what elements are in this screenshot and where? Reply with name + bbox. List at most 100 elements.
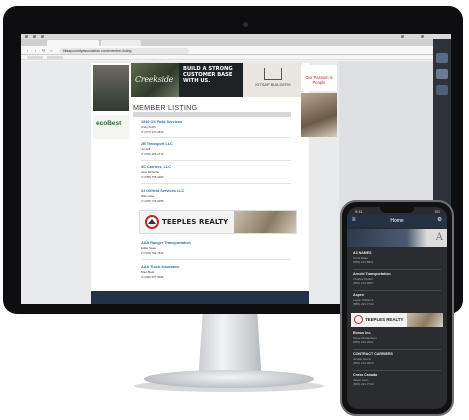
member-phone[interactable]: ✆(405) 726-0055 [141,199,291,203]
phone-member-phone[interactable]: (555) 213-2011 [353,340,441,344]
heading-divider [133,112,291,117]
phone-divider [353,269,441,270]
list-item[interactable]: 3C Carriers, LLC Jane Richards ✆(555) 75… [141,165,291,179]
teeples-logo-icon [354,315,363,324]
right-ad-passion[interactable]: Our Passion is People [301,65,337,91]
phone-member-contact: Chris Major [353,255,369,260]
settings-icon[interactable]: ⚙ [437,217,442,223]
menu-item[interactable] [33,35,36,38]
phone-member-phone[interactable]: (555) 213-4522 [353,361,441,365]
phone-divider [353,370,441,371]
apple-icon[interactable] [25,35,28,38]
phone-divider [353,290,441,291]
list-item[interactable]: 2B Transport LLC Jon Hill ✆(503) 206-271… [141,142,291,156]
list-item[interactable]: Arnold Transportation Charles Parker (55… [353,272,441,285]
menu-item[interactable] [41,35,44,38]
left-ad-ecobest[interactable]: ecoBest [93,115,129,139]
member-name-link[interactable]: 1940 Oil Field Services [141,120,291,124]
phone-member-name[interactable]: Aspen [353,293,441,297]
member-name-link[interactable]: 3C Carriers, LLC [141,165,291,169]
member-contact: Craig Smith [141,125,156,130]
phone-screen: 9:41 5G ≡ Home ⚙ A A3 NAMES Chris Major … [347,207,447,409]
member-name-link[interactable]: AAA Ranger Transportation [141,241,291,245]
teeples-logo-icon [145,215,159,229]
phone-member-phone[interactable]: (555) 213-7744 [353,302,441,306]
phone-sponsor-name: TEEPLES REALTY [365,317,404,322]
dock-app-icon[interactable] [436,69,448,79]
phone-member-phone[interactable]: (555) 213-5811 [353,260,441,264]
listing-divider [141,160,291,161]
phone-banner[interactable]: A [347,229,447,247]
phone-icon: ✆ [141,175,144,180]
browser-navbar: ‹ › ↻ ⌂ kitsapcountyassociation.com/memb… [21,46,433,55]
list-item[interactable]: 3J Oilfield Services LLC Mike Huse ✆(405… [141,189,291,203]
phone-member-phone[interactable]: (555) 213-7744 [353,382,441,386]
list-item[interactable]: 1940 Oil Field Services Craig Smith ✆(37… [141,120,291,134]
member-phone[interactable]: ✆(555) 755-1000 [141,175,291,179]
listing-divider [141,259,291,260]
phone-sponsor-photo [407,313,443,327]
phone-member-name[interactable]: Bonus Inc. [353,331,441,335]
dock-app-icon[interactable] [436,85,448,95]
bookmark-item[interactable] [27,56,43,59]
phone-notch [380,207,414,213]
member-phone[interactable]: ✆(503) 206-2713 [141,152,291,156]
back-icon[interactable]: ‹ [25,48,30,53]
ecobest-logo: ecoBest [96,120,122,127]
phone-member-name[interactable]: Arnold Transportation [353,272,441,276]
phone-divider [353,349,441,350]
listing-divider [141,183,291,184]
member-phone[interactable]: ✆(300) 567-5068 [141,275,291,279]
phone-member-contact: Jordan Harris [353,356,372,361]
status-time: 9:41 [355,209,363,214]
banner-logo: KITSAP BUILDERS [243,63,303,97]
header-banner[interactable]: Creekside BUILD A STRONG CUSTOMER BASE W… [131,63,303,97]
member-name-link[interactable]: 2B Transport LLC [141,142,291,146]
member-name-link[interactable]: AAA Truck Insurance [141,265,291,269]
battery-icon [421,35,424,38]
member-contact: Mike Huse [141,194,155,199]
member-contact: Jon Hill [141,147,151,152]
phone-icon: ✆ [141,275,144,280]
phone-sponsor-banner[interactable]: TEEPLES REALTY [351,313,443,327]
reload-icon[interactable]: ↻ [41,48,46,53]
forward-icon[interactable]: › [33,48,38,53]
phone-app-title: Home [390,218,404,224]
member-contact: Eddie Swan [141,246,156,251]
phone-member-name[interactable]: A3 NAMES [353,251,441,255]
phone-icon: ✆ [141,199,144,204]
browser-tabbar [21,39,433,46]
list-item[interactable]: Bonus Inc. Steve Richardson (555) 213-20… [353,331,441,344]
left-ad-photo[interactable] [93,65,129,111]
list-item[interactable]: AAA Truck Insurance Brad Black ✆(300) 56… [141,265,291,279]
phone-member-contact: Charles Parker [353,276,374,281]
sponsor-name: TEEPLES REALTY [162,218,229,226]
list-item[interactable]: Cross Canada Jason Liam (555) 213-7744 [353,373,441,386]
member-name-link[interactable]: 3J Oilfield Services LLC [141,189,291,193]
wifi-icon[interactable] [401,35,404,38]
phone-member-contact: Jason Liam [353,377,369,382]
phone-banner-logo: A [435,232,443,243]
status-signal: 5G [434,209,440,214]
sponsor-ad-banner[interactable]: TEEPLES REALTY [139,210,297,234]
member-phone[interactable]: ✆(377) 417-2840 [141,130,291,134]
address-bar[interactable]: kitsapcountyassociation.com/member-listi… [59,47,189,54]
list-item[interactable]: CONTRACT CARRIERS Jordan Harris (555) 21… [353,352,441,365]
list-item[interactable]: Aspen Logan Williams (555) 213-7744 [353,293,441,306]
phone-member-name[interactable]: CONTRACT CARRIERS [353,352,441,356]
phone-member-name[interactable]: Cross Canada [353,373,441,377]
phone-icon: ✆ [141,152,144,157]
list-item[interactable]: AAA Ranger Transportation Eddie Swan ✆(3… [141,241,291,255]
banner-slogan: BUILD A STRONG CUSTOMER BASE WITH US. [179,63,243,97]
member-phone[interactable]: ✆(303) 799-7400 [141,251,291,255]
right-ad-photo[interactable] [301,93,337,137]
bookmarks-bar [21,55,433,60]
bookmark-item[interactable] [47,56,63,59]
home-icon[interactable]: ⌂ [49,48,54,53]
list-item[interactable]: A3 NAMES Chris Major (555) 213-5811 [353,251,441,264]
dock-app-icon[interactable] [436,53,448,63]
banner-photo: Creekside [131,63,179,97]
phone-member-phone[interactable]: (555) 213-9867 [353,281,441,285]
passion-ad-text: Our Passion is People [305,75,333,85]
smartphone: 9:41 5G ≡ Home ⚙ A A3 NAMES Chris Major … [340,200,454,416]
